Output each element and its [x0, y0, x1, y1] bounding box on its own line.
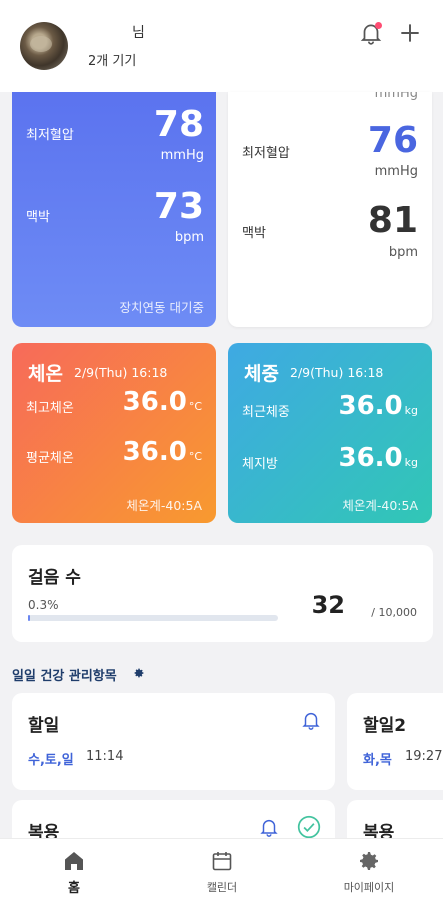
recent-weight-value: 36.0 kg [338, 391, 418, 421]
min-bp-label: 최저혈압 [26, 128, 74, 143]
temperature-date: 2/9(Thu) 16:18 [74, 365, 168, 380]
todo-days: 수,토,일 [28, 753, 74, 768]
temperature-card[interactable]: 체온 2/9(Thu) 16:18 최고체온 36.0 °C 평균체온 36.0 °… [12, 343, 216, 523]
pulse-unit: bpm [174, 230, 204, 245]
tab-mypage-label: 마이페이지 [343, 881, 395, 894]
check-circle-icon[interactable] [296, 814, 322, 840]
add-icon[interactable] [397, 20, 423, 46]
pulse-label: 맥박 [242, 226, 266, 241]
device-status: 장치연동 대기중 [119, 300, 204, 315]
steps-progress-fill [28, 615, 30, 621]
pulse-value: 73 [153, 186, 204, 227]
daily-section-title: 일일 건강 관리항목 [12, 669, 117, 684]
app-header: 님 2개 기기 [0, 0, 443, 92]
weight-date: 2/9(Thu) 16:18 [290, 365, 384, 380]
min-bp-value: 76 [367, 120, 418, 161]
max-temp-value: 36.0 °C [122, 387, 202, 417]
body-fat-label: 체지방 [242, 457, 278, 472]
todo-title: 할일 [28, 716, 60, 736]
avg-temp-value: 36.0 °C [122, 437, 202, 467]
tab-mypage[interactable]: 마이페이지 [295, 839, 443, 900]
todo-days: 화,목 [363, 753, 392, 768]
weight-title: 체중 [244, 363, 279, 385]
pulse-value: 81 [367, 200, 418, 241]
max-temp-label: 최고체온 [26, 401, 74, 416]
gear-icon [360, 852, 378, 870]
tab-home[interactable]: 홈 [0, 839, 148, 900]
todo-time: 11:14 [86, 749, 124, 764]
alarm-bell-icon[interactable] [300, 709, 322, 731]
top-unit: mmHg [374, 92, 418, 101]
todo-title: 할일2 [363, 716, 407, 736]
recent-weight-label: 최근체중 [242, 405, 290, 420]
steps-goal: / 10,000 [371, 606, 417, 619]
steps-card[interactable]: 걸음 수 0.3% 32 / 10,000 [12, 545, 433, 642]
min-bp-unit: mmHg [374, 164, 418, 179]
todo-card-1[interactable]: 할일 수,토,일 11:14 [12, 693, 335, 790]
home-icon [65, 852, 83, 870]
blood-pressure-card-left[interactable]: 최저혈압 78 mmHg 맥박 73 bpm 장치연동 대기중 [12, 92, 216, 327]
steps-count: 32 [311, 591, 345, 619]
min-bp-value: 78 [153, 104, 204, 145]
pulse-label: 맥박 [26, 210, 50, 225]
bottom-tab-bar: 홈 캘린더 마이페이지 [0, 838, 443, 900]
avg-temp-label: 평균체온 [26, 451, 74, 466]
tab-home-label: 홈 [68, 881, 80, 896]
avatar[interactable] [20, 22, 68, 70]
settings-gear-icon[interactable] [133, 667, 145, 679]
device-count[interactable]: 2개 기기 [88, 50, 136, 69]
steps-title: 걸음 수 [28, 568, 81, 588]
temperature-device: 체온계-40:5A [126, 498, 202, 513]
pulse-unit: bpm [388, 245, 418, 260]
weight-card[interactable]: 체중 2/9(Thu) 16:18 최근체중 36.0 kg 체지방 36.0 kg… [228, 343, 432, 523]
calendar-icon [212, 852, 232, 871]
body-fat-value: 36.0 kg [338, 443, 418, 473]
weight-device: 체온계-40:5A [342, 498, 418, 513]
todo-card-2[interactable]: 할일2 화,목 19:27 [347, 693, 443, 790]
user-name: 님 [132, 25, 145, 41]
min-bp-unit: mmHg [160, 148, 204, 163]
notification-dot [375, 22, 382, 29]
alarm-bell-icon[interactable] [258, 816, 280, 838]
tab-calendar[interactable]: 캘린더 [148, 839, 296, 900]
blood-pressure-card-right[interactable]: mmHg 최저혈압 76 mmHg 맥박 81 bpm [228, 92, 432, 327]
steps-progress-track [28, 615, 278, 621]
steps-percent: 0.3% [28, 598, 59, 612]
todo-time: 19:27 [405, 749, 443, 764]
temperature-title: 체온 [28, 363, 63, 385]
min-bp-label: 최저혈압 [242, 146, 290, 161]
tab-calendar-label: 캘린더 [206, 881, 238, 894]
